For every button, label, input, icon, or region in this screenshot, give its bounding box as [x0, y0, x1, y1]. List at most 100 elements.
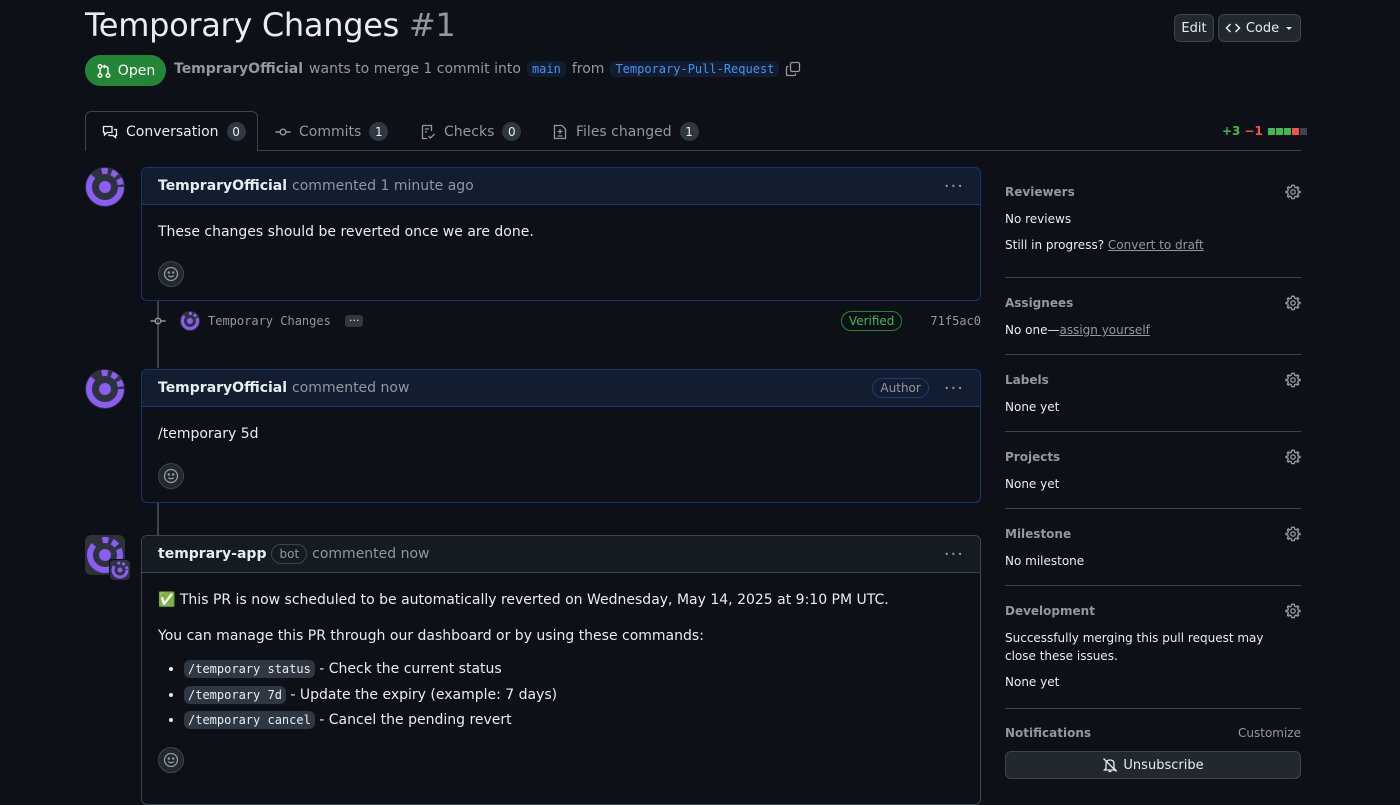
code-button-label: Code [1245, 20, 1280, 36]
diffstat-block [1291, 127, 1299, 135]
labels-value: None yet [1005, 400, 1060, 414]
comment-header: TempraryOfficial commented 1 minute ago … [142, 168, 980, 205]
assign-yourself-link[interactable]: assign yourself [1059, 323, 1149, 337]
command-list: /temporary status - Check the current st… [158, 660, 964, 731]
gear-icon[interactable] [1285, 449, 1301, 465]
commit-message[interactable]: Temporary Changes [208, 314, 331, 328]
pr-author-link[interactable]: TempraryOfficial [174, 61, 303, 77]
command-code: /temporary 7d [184, 685, 286, 704]
sidebar-divider [1005, 354, 1301, 355]
comment-author[interactable]: TempraryOfficial [158, 380, 287, 396]
tab-conversation[interactable]: Conversation 0 [102, 122, 246, 141]
diffstat-deletions: −1 [1244, 124, 1263, 138]
command-code: /temporary status [184, 660, 315, 679]
projects-title: Projects [1005, 450, 1061, 464]
add-reaction-button[interactable] [158, 462, 184, 489]
bot-avatar[interactable] [85, 535, 131, 581]
state-badge: Open [85, 55, 166, 86]
sidebar-divider [1005, 431, 1301, 432]
gear-icon[interactable] [1285, 526, 1301, 542]
unsubscribe-label: Unsubscribe [1123, 757, 1204, 773]
commit-icon [275, 127, 291, 135]
avatar[interactable] [85, 369, 125, 409]
comment-time[interactable]: commented 1 minute ago [292, 178, 474, 194]
checklist-icon [421, 124, 435, 139]
sidebar-development: Development Successfully merging this pu… [1005, 603, 1301, 691]
unsubscribe-button[interactable]: Unsubscribe [1005, 751, 1301, 779]
customize-link[interactable]: Customize [1238, 726, 1301, 740]
page-title: Temporary Changes #1 [85, 6, 456, 44]
tabs-divider [85, 150, 1301, 151]
gear-icon[interactable] [1285, 184, 1301, 200]
diffstat: +3 −1 [1222, 124, 1307, 138]
add-reaction-button[interactable] [158, 746, 184, 773]
bell-slash-icon [1103, 758, 1118, 773]
commit-expand-button[interactable]: ··· [344, 315, 364, 327]
command-desc: - Update the expiry (example: 7 days) [290, 686, 558, 703]
comment-2: TempraryOfficial commented now Author ··… [141, 369, 981, 503]
command-code: /temporary cancel [184, 711, 315, 730]
tab-checks[interactable]: Checks 0 [420, 122, 522, 141]
comment-author[interactable]: TempraryOfficial [158, 178, 287, 194]
comment-author[interactable]: temprary-app [158, 546, 266, 562]
base-branch[interactable]: main [526, 61, 566, 77]
comment-text: These changes should be reverted once we… [158, 224, 534, 240]
more-options-icon[interactable]: ··· [944, 544, 964, 565]
more-options-icon[interactable]: ··· [944, 176, 964, 197]
code-button[interactable]: Code [1218, 14, 1301, 42]
tab-checks-count: 0 [502, 122, 522, 141]
sidebar-reviewers: Reviewers No reviews Still in progress? … [1005, 184, 1301, 254]
edit-button[interactable]: Edit [1174, 14, 1214, 42]
gear-icon[interactable] [1285, 372, 1301, 388]
sidebar-divider [1005, 277, 1301, 278]
assignees-title: Assignees [1005, 296, 1074, 310]
comment-discussion-icon [102, 125, 118, 139]
commit-author-avatar[interactable] [180, 311, 200, 331]
tab-conversation-count: 0 [226, 122, 246, 141]
tab-commits[interactable]: Commits 1 [275, 122, 389, 141]
diffstat-additions: +3 [1222, 124, 1241, 138]
smiley-icon [163, 266, 179, 281]
comment-time[interactable]: commented now [292, 380, 409, 396]
comment-body: ✅ This PR is now scheduled to be automat… [142, 573, 980, 789]
sidebar-projects: Projects None yet [1005, 449, 1301, 493]
sidebar-divider [1005, 508, 1301, 509]
diffstat-block [1299, 127, 1307, 135]
comment-1: TempraryOfficial commented 1 minute ago … [141, 167, 981, 301]
diffstat-blocks [1267, 127, 1307, 135]
app-badge-icon [109, 559, 131, 581]
sidebar-notifications: Notifications Customize [1005, 726, 1301, 740]
sidebar-assignees: Assignees No one—assign yourself [1005, 295, 1301, 339]
copy-icon[interactable] [785, 61, 801, 77]
milestone-value: No milestone [1005, 554, 1085, 568]
comment-time[interactable]: commented now [312, 546, 429, 562]
head-branch[interactable]: Temporary-Pull-Request [610, 61, 780, 77]
tab-files-changed[interactable]: Files changed 1 [552, 122, 699, 141]
gear-icon[interactable] [1285, 603, 1301, 619]
gear-icon[interactable] [1285, 295, 1301, 311]
sidebar-section-header: Labels [1005, 372, 1301, 388]
manage-text: You can manage this PR through our dashb… [158, 627, 704, 644]
tab-checks-label: Checks [444, 123, 495, 140]
convert-to-draft-link[interactable]: Convert to draft [1108, 238, 1204, 252]
projects-value: None yet [1005, 477, 1060, 491]
add-reaction-button[interactable] [158, 260, 184, 287]
pr-meta: TempraryOfficial wants to merge 1 commit… [174, 61, 801, 77]
smiley-icon [163, 468, 179, 483]
avatar[interactable] [85, 167, 125, 207]
timeline-line [157, 502, 159, 536]
comment-header: temprary-app bot commented now ··· [142, 536, 980, 573]
bot-badge: bot [271, 544, 308, 564]
verified-badge[interactable]: Verified [840, 311, 903, 331]
more-options-icon[interactable]: ··· [944, 378, 964, 399]
comment-body: These changes should be reverted once we… [142, 205, 980, 303]
diffstat-block [1283, 127, 1291, 135]
notifications-title: Notifications [1005, 726, 1092, 740]
sidebar-section-header: Notifications Customize [1005, 726, 1301, 740]
comment-body: /temporary 5d [142, 407, 980, 505]
list-item: /temporary status - Check the current st… [184, 660, 964, 680]
comment-text: /temporary 5d [158, 426, 259, 442]
commit-sha[interactable]: 71f5ac0 [930, 314, 981, 328]
tab-files-changed-count: 1 [679, 122, 699, 141]
draft-prompt: Still in progress? Convert to draft [1005, 236, 1301, 254]
